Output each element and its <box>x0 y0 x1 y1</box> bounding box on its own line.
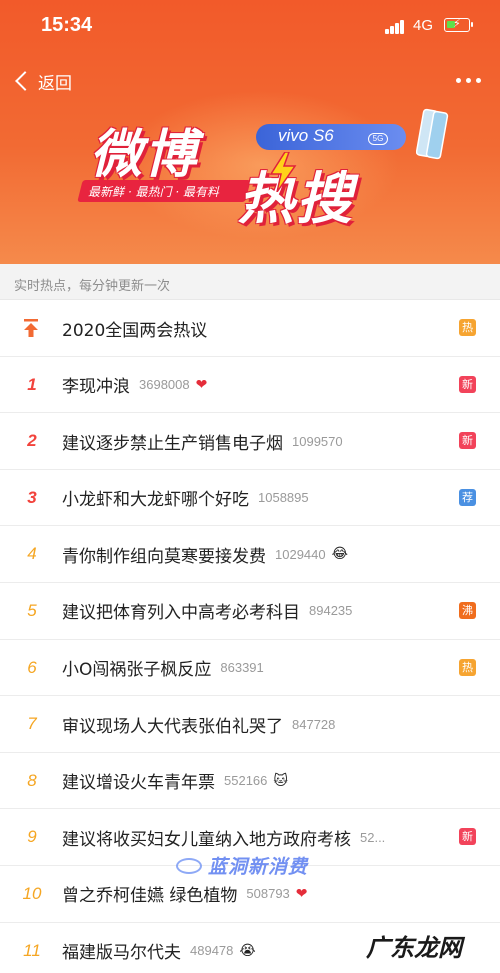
row-content: 李现冲浪 3698008 ❤ <box>62 357 207 413</box>
topic-title[interactable]: 福建版马尔代夫 <box>62 938 181 963</box>
lightning-icon <box>269 152 297 192</box>
brand-text: vivo S6 <box>278 126 334 145</box>
status-time: 15:34 <box>41 14 93 36</box>
search-count: 3698008 <box>139 377 190 393</box>
topic-title[interactable]: 建议逐步禁止生产销售电子烟 <box>62 429 283 454</box>
hot-search-row[interactable]: 3 小龙虾和大龙虾哪个好吃 1058895 荐 <box>0 470 500 527</box>
status-bar: 15:34 4G ⚡ <box>0 0 500 52</box>
rank-number: 5 <box>27 600 37 620</box>
search-count: 863391 <box>220 660 264 676</box>
hot-search-row[interactable]: 6 小O闯祸张子枫反应 863391 热 <box>0 640 500 697</box>
rank-number: 9 <box>27 827 37 847</box>
row-content: 建议增设火车青年票 552166 🐱 <box>62 753 288 809</box>
search-count: 552166 <box>224 773 268 789</box>
header: 15:34 4G ⚡ 返回 vivo S6 5G 微博 最新鲜 · 最热门 · … <box>0 0 500 264</box>
heart-icon: ❤ <box>195 376 208 393</box>
status-badge: 新 <box>459 828 476 846</box>
hot-search-row[interactable]: 1 李现冲浪 3698008 ❤ 新 <box>0 357 500 414</box>
watermark-corner: 广东龙网 <box>366 934 462 962</box>
search-count: 847728 <box>292 716 336 732</box>
topic-title[interactable]: 建议将收买妇女儿童纳入地方政府考核 <box>62 825 351 850</box>
hot-search-row[interactable]: 2 建议逐步禁止生产销售电子烟 1099570 新 <box>0 413 500 470</box>
row-content: 小龙虾和大龙虾哪个好吃 1058895 <box>62 470 309 526</box>
section-header: 实时热点，每分钟更新一次 <box>0 264 500 300</box>
network-type: 4G <box>413 17 434 34</box>
rank-number: 3 <box>27 487 37 507</box>
battery-icon: ⚡ <box>444 17 473 32</box>
section-header-text: 实时热点，每分钟更新一次 <box>14 279 171 294</box>
more-options-button[interactable] <box>456 72 486 88</box>
topic-title[interactable]: 审议现场人大代表张伯礼哭了 <box>62 712 283 737</box>
search-count: 1029440 <box>275 546 326 562</box>
rank-number: 2 <box>27 431 37 451</box>
topic-title[interactable]: 建议增设火车青年票 <box>62 768 215 793</box>
watermark-center: 蓝洞新消费 <box>176 852 308 879</box>
status-badge: 热 <box>459 658 476 676</box>
row-content: 建议把体育列入中高考必考科目 894235 <box>62 583 352 639</box>
hot-search-banner: vivo S6 5G 微博 最新鲜 · 最热门 · 最有料 热搜 <box>77 104 460 232</box>
search-count: 508793 <box>246 886 290 902</box>
heart-icon: ❤ <box>295 885 308 902</box>
topic-title[interactable]: 青你制作组向莫寒要接发费 <box>62 542 266 567</box>
row-content: 审议现场人大代表张伯礼哭了 847728 <box>62 696 335 752</box>
hot-search-row[interactable]: 8 建议增设火车青年票 552166 🐱 <box>0 753 500 810</box>
status-badge: 荐 <box>459 488 476 506</box>
emoji-icon: 🐱 <box>273 772 288 789</box>
phone-icon <box>416 108 449 160</box>
topic-title[interactable]: 建议把体育列入中高考必考科目 <box>62 598 300 623</box>
watermark-logo-icon <box>176 857 202 874</box>
row-content: 小O闯祸张子枫反应 863391 <box>62 640 264 696</box>
search-count: 52... <box>360 829 386 845</box>
hot-search-row[interactable]: 2020全国两会热议 热 <box>0 300 500 357</box>
status-badge: 新 <box>459 432 476 450</box>
status-badge: 热 <box>459 319 476 336</box>
row-content: 2020全国两会热议 <box>62 300 207 356</box>
row-content: 建议逐步禁止生产销售电子烟 1099570 <box>62 413 343 469</box>
emoji-icon: 😭 <box>239 942 256 959</box>
banner-title-part1: 微博 <box>90 125 199 185</box>
rank-number: 6 <box>27 657 37 677</box>
topic-title[interactable]: 李现冲浪 <box>62 372 130 397</box>
rank-number: 7 <box>27 714 37 734</box>
search-count: 1058895 <box>258 490 309 506</box>
rank-number: 8 <box>27 770 37 790</box>
topic-title[interactable]: 2020全国两会热议 <box>62 316 207 341</box>
rank-number: 4 <box>27 544 37 564</box>
topic-title[interactable]: 小龙虾和大龙虾哪个好吃 <box>62 485 249 510</box>
hot-search-row[interactable]: 7 审议现场人大代表张伯礼哭了 847728 <box>0 696 500 753</box>
back-button[interactable]: 返回 <box>14 66 72 96</box>
chevron-left-icon <box>15 71 35 91</box>
hot-search-row[interactable]: 5 建议把体育列入中高考必考科目 894235 沸 <box>0 583 500 640</box>
search-count: 1099570 <box>292 433 343 449</box>
status-badge: 新 <box>459 375 476 393</box>
signal-icon <box>385 20 407 34</box>
row-content: 青你制作组向莫寒要接发费 1029440 😂 <box>62 526 348 582</box>
rank-number: 11 <box>23 940 41 960</box>
banner-slogan: 最新鲜 · 最热门 · 最有料 <box>88 185 219 199</box>
brand-5g-badge: 5G <box>368 133 388 145</box>
status-badge: 沸 <box>459 601 476 619</box>
watermark-center-text: 蓝洞新消费 <box>208 856 309 878</box>
row-content: 福建版马尔代夫 489478 😭 <box>62 923 256 973</box>
emoji-icon: 😂 <box>331 546 348 563</box>
pinned-top-icon <box>24 319 38 337</box>
search-count: 489478 <box>190 943 234 959</box>
back-label: 返回 <box>38 73 72 94</box>
rank-number: 1 <box>27 374 37 394</box>
search-count: 894235 <box>309 603 353 619</box>
hot-search-row[interactable]: 4 青你制作组向莫寒要接发费 1029440 😂 <box>0 526 500 583</box>
rank-number: 10 <box>22 883 42 903</box>
topic-title[interactable]: 小O闯祸张子枫反应 <box>62 655 211 680</box>
topic-title[interactable]: 曾之乔柯佳嬿 绿色植物 <box>62 881 237 906</box>
